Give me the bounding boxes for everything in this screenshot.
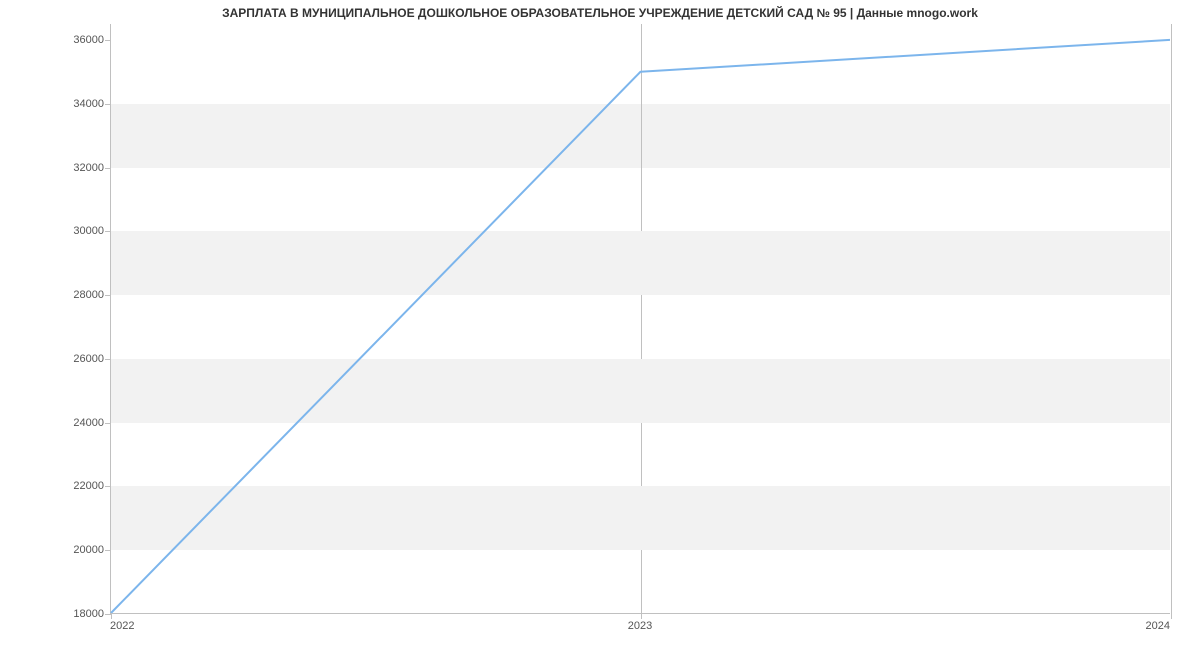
x-tick	[641, 613, 642, 619]
x-tick-label: 2023	[628, 620, 652, 632]
x-tick-label: 2024	[1146, 620, 1170, 632]
chart-container: ЗАРПЛАТА В МУНИЦИПАЛЬНОЕ ДОШКОЛЬНОЕ ОБРА…	[0, 0, 1200, 650]
y-tick	[105, 486, 111, 487]
y-tick-label: 28000	[4, 289, 104, 301]
y-tick	[105, 550, 111, 551]
y-tick	[105, 423, 111, 424]
y-tick	[105, 40, 111, 41]
y-tick-label: 34000	[4, 98, 104, 110]
y-tick	[105, 231, 111, 232]
x-gridline	[1171, 24, 1172, 613]
y-tick	[105, 168, 111, 169]
plot-area	[110, 24, 1170, 614]
y-tick-label: 26000	[4, 353, 104, 365]
y-tick-label: 22000	[4, 480, 104, 492]
x-tick	[111, 613, 112, 619]
y-tick-label: 18000	[4, 608, 104, 620]
x-tick-label: 2022	[110, 620, 134, 632]
y-tick-label: 30000	[4, 225, 104, 237]
line-series	[111, 24, 1170, 613]
y-tick-label: 36000	[4, 34, 104, 46]
chart-title: ЗАРПЛАТА В МУНИЦИПАЛЬНОЕ ДОШКОЛЬНОЕ ОБРА…	[0, 6, 1200, 20]
y-tick	[105, 104, 111, 105]
y-tick-label: 24000	[4, 417, 104, 429]
x-tick	[1171, 613, 1172, 619]
y-tick	[105, 295, 111, 296]
y-tick-label: 32000	[4, 162, 104, 174]
y-tick-label: 20000	[4, 544, 104, 556]
y-tick	[105, 359, 111, 360]
